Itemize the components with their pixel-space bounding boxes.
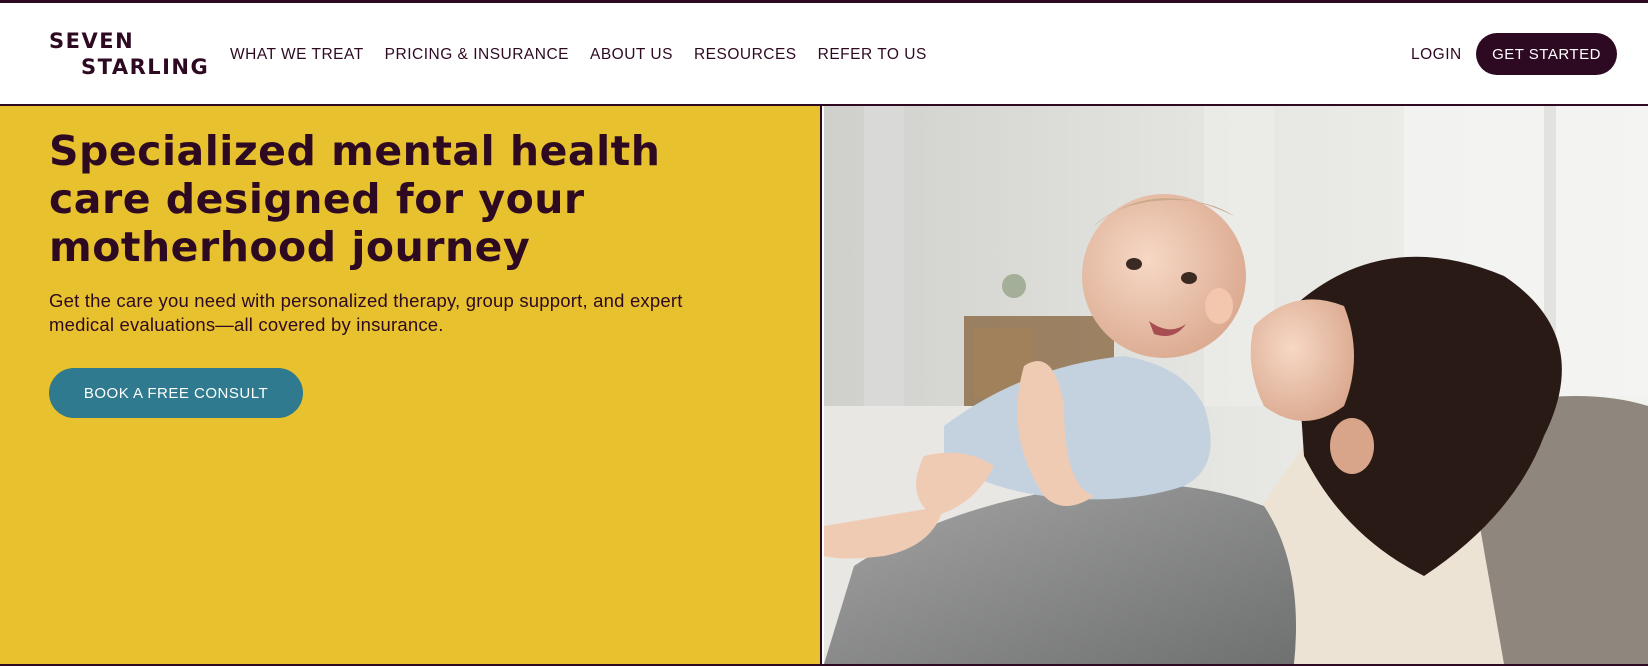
- nav-item-pricing-insurance[interactable]: PRICING & INSURANCE: [385, 43, 569, 67]
- nav-item-what-we-treat[interactable]: WHAT WE TREAT: [230, 43, 364, 67]
- get-started-button[interactable]: GET STARTED: [1476, 33, 1617, 75]
- hero-image: [824, 106, 1648, 664]
- logo-line-1: SEVEN: [49, 29, 135, 53]
- logo-line-2: STARLING: [81, 55, 210, 79]
- site-header: SEVEN STARLING WHAT WE TREAT PRICING & I…: [0, 3, 1648, 106]
- mother-baby-photo-icon: [824, 106, 1648, 664]
- main-nav: WHAT WE TREAT PRICING & INSURANCE ABOUT …: [230, 43, 927, 67]
- book-consult-button[interactable]: BOOK A FREE CONSULT: [49, 368, 303, 418]
- nav-item-refer-to-us[interactable]: REFER TO US: [818, 43, 927, 67]
- nav-item-about-us[interactable]: ABOUT US: [590, 43, 673, 67]
- nav-item-resources[interactable]: RESOURCES: [694, 43, 797, 67]
- login-link[interactable]: LOGIN: [1411, 43, 1462, 67]
- hero-subtext: Get the care you need with personalized …: [49, 290, 683, 335]
- hero-headline: Specialized mental health care designed …: [49, 127, 661, 271]
- seven-starling-logo[interactable]: SEVEN STARLING: [49, 29, 208, 85]
